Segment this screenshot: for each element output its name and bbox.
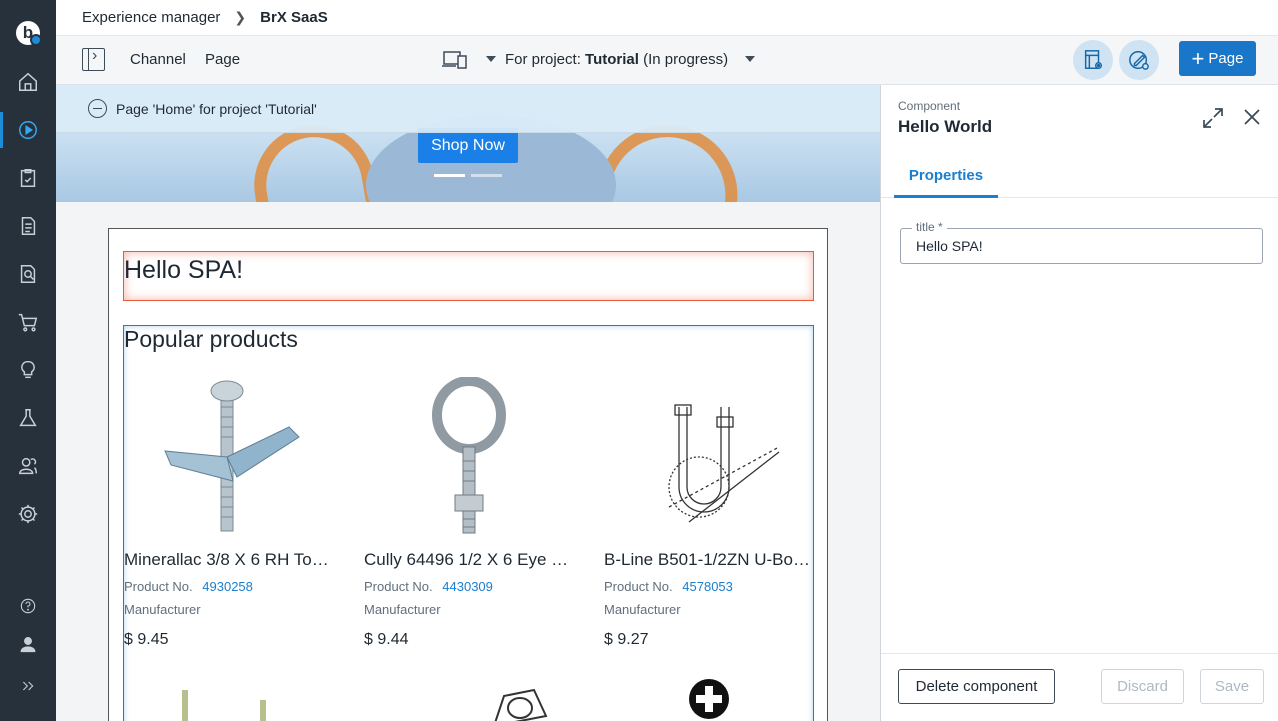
discard-button[interactable]: Discard — [1101, 669, 1184, 704]
product-name[interactable]: Minerallac 3/8 X 6 RH Tog... — [124, 550, 332, 570]
insights-icon[interactable] — [0, 348, 56, 392]
product-price: $ 9.44 — [364, 631, 409, 648]
save-button[interactable]: Save — [1200, 669, 1264, 704]
delete-component-button[interactable]: Delete component — [898, 669, 1055, 704]
product-number-row: Product No. 4430309 — [364, 579, 574, 594]
product-thumbnail — [689, 679, 729, 719]
collapse-icon[interactable] — [88, 99, 107, 118]
notice-text: Page 'Home' for project 'Tutorial' — [116, 100, 317, 117]
product-number-row: Product No. 4930258 — [124, 579, 334, 594]
page-menu[interactable]: Page — [205, 51, 240, 68]
hello-title: Hello SPA! — [124, 256, 244, 284]
product-card[interactable]: Minerallac 3/8 X 6 RH Tog... Product No.… — [124, 374, 334, 649]
plus-icon: + — [1191, 45, 1205, 71]
manufacturer-label: Manufacturer — [604, 602, 681, 617]
carousel-indicators — [434, 174, 502, 177]
hello-world-component[interactable]: Hello SPA! — [123, 251, 814, 301]
product-number[interactable]: 4578053 — [682, 579, 733, 594]
product-number[interactable]: 4430309 — [442, 579, 493, 594]
home-icon[interactable] — [0, 60, 56, 104]
project-dropdown-caret-icon[interactable] — [486, 56, 496, 62]
product-number-label: Product No. — [604, 579, 673, 594]
project-name: Tutorial — [585, 51, 639, 68]
product-number-row: Product No. 4578053 — [604, 579, 814, 594]
product-thumbnail — [182, 690, 266, 721]
projects-icon[interactable] — [0, 156, 56, 200]
page-preview[interactable]: Shop Now Page 'Home' for project 'Tutori… — [56, 85, 880, 721]
toggle-bolt-image — [124, 374, 334, 540]
eye-bolt-image — [364, 374, 574, 540]
page-container: Hello SPA! Popular products Minerallac 3… — [108, 228, 828, 721]
product-card[interactable]: Cully 64496 1/2 X 6 Eye B... Product No.… — [364, 374, 574, 649]
page-preview-icon — [1084, 50, 1102, 69]
product-thumbnail — [494, 688, 548, 721]
chevron-down-icon[interactable] — [745, 56, 755, 62]
carousel-dot[interactable] — [434, 174, 465, 177]
toggle-sidebar-icon[interactable] — [82, 47, 105, 71]
left-nav-rail: b — [0, 0, 56, 721]
manufacturer-label: Manufacturer — [124, 602, 201, 617]
panel-caption: Component — [898, 99, 961, 113]
carousel-dot[interactable] — [471, 174, 502, 177]
user-icon[interactable] — [0, 622, 56, 666]
products-title: Popular products — [124, 326, 298, 352]
breadcrumb-root[interactable]: Experience manager — [82, 9, 220, 26]
popular-products-component[interactable]: Popular products Minerallac 3/8 X 6 RH T… — [123, 325, 814, 721]
component-panel: Component Hello World Properties title *… — [880, 85, 1278, 721]
project-prefix: For project: — [505, 51, 581, 68]
audiences-icon[interactable] — [0, 444, 56, 488]
add-page-label: Page — [1208, 50, 1244, 67]
device-preview-icon[interactable] — [442, 51, 468, 69]
panel-footer: Delete component Discard Save — [881, 653, 1278, 721]
brand-logo-icon[interactable]: b — [16, 21, 42, 46]
project-status: (In progress) — [643, 51, 729, 68]
content-icon[interactable] — [0, 204, 56, 248]
add-page-button[interactable]: + Page — [1179, 41, 1256, 76]
manufacturer-label: Manufacturer — [364, 602, 441, 617]
product-number[interactable]: 4930258 — [202, 579, 253, 594]
product-name[interactable]: B-Line B501-1/2ZN U-Bolt... — [604, 550, 812, 570]
commerce-icon[interactable] — [0, 300, 56, 344]
experience-manager-icon[interactable] — [0, 108, 56, 152]
tab-properties[interactable]: Properties — [894, 155, 998, 198]
panel-title: Hello World — [898, 117, 993, 136]
search-content-icon[interactable] — [0, 252, 56, 296]
page-notice-bar: Page 'Home' for project 'Tutorial' — [56, 85, 880, 133]
title-field[interactable]: title * — [900, 220, 1263, 264]
channel-menu[interactable]: Channel — [130, 51, 186, 68]
title-input[interactable] — [901, 229, 1262, 263]
close-icon[interactable] — [1242, 107, 1262, 127]
settings-icon[interactable] — [0, 492, 56, 536]
toolbar: Channel Page For project: Tutorial (In p… — [56, 36, 1278, 85]
edit-mode-button[interactable] — [1119, 40, 1159, 80]
project-selector[interactable]: For project: Tutorial (In progress) — [505, 51, 728, 68]
panel-tabs: Properties — [881, 155, 1278, 198]
chevron-right-icon: ❯ — [234, 9, 247, 25]
expand-panel-icon[interactable] — [1202, 107, 1224, 129]
breadcrumb: Experience manager ❯ BrX SaaS — [56, 0, 1278, 36]
shop-now-button[interactable]: Shop Now — [418, 128, 518, 163]
experiments-icon[interactable] — [0, 396, 56, 440]
product-price: $ 9.45 — [124, 631, 169, 648]
product-number-label: Product No. — [124, 579, 193, 594]
product-name[interactable]: Cully 64496 1/2 X 6 Eye B... — [364, 550, 572, 570]
edit-preview-icon — [1129, 51, 1149, 70]
product-price: $ 9.27 — [604, 631, 649, 648]
product-card[interactable]: B-Line B501-1/2ZN U-Bolt... Product No. … — [604, 374, 814, 649]
product-number-label: Product No. — [364, 579, 433, 594]
u-bolt-image — [604, 374, 814, 540]
breadcrumb-current: BrX SaaS — [260, 9, 328, 26]
view-page-button[interactable] — [1073, 40, 1113, 80]
expand-icon[interactable] — [0, 664, 56, 708]
